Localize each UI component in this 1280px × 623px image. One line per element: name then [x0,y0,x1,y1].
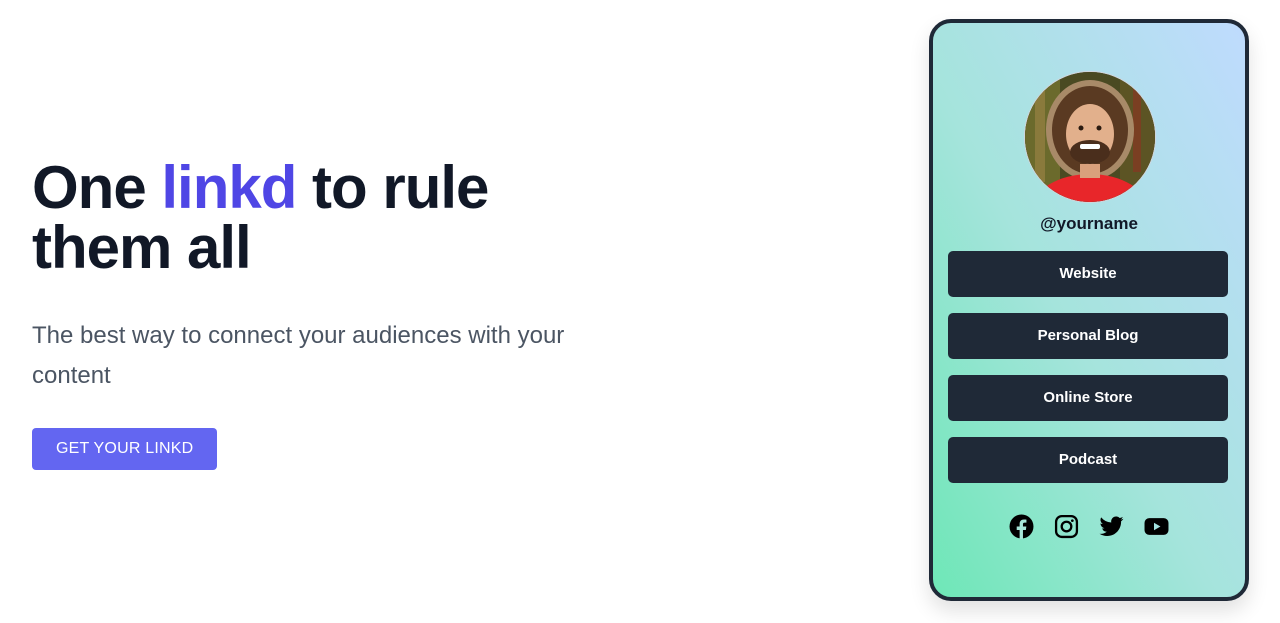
link-website-button[interactable]: Website [948,251,1228,297]
link-online-store-button[interactable]: Online Store [948,375,1228,421]
phone-preview: @yourname Website Personal Blog Online S… [929,19,1249,601]
facebook-icon[interactable] [1009,514,1034,539]
profile-links: Website Personal Blog Online Store Podca… [948,251,1228,499]
hero-subtitle: The best way to connect your audiences w… [32,322,565,389]
avatar-photo [1025,72,1155,202]
youtube-icon[interactable] [1144,514,1169,539]
hero-title: One linkd to rule them all [32,158,592,278]
instagram-icon[interactable] [1054,514,1079,539]
social-links [933,514,1245,539]
get-your-linkd-button[interactable]: GET YOUR LINKD [32,428,218,470]
hero-title-start: One [32,154,162,221]
profile-username: @yourname [1040,214,1138,233]
avatar [1024,71,1156,203]
hero-section: One linkd to rule them all The best way … [32,158,672,470]
link-podcast-button[interactable]: Podcast [948,437,1228,483]
hero-title-accent: linkd [161,154,297,221]
twitter-icon[interactable] [1099,514,1124,539]
landing-page: One linkd to rule them all The best way … [0,0,1280,623]
link-personal-blog-button[interactable]: Personal Blog [948,313,1228,359]
